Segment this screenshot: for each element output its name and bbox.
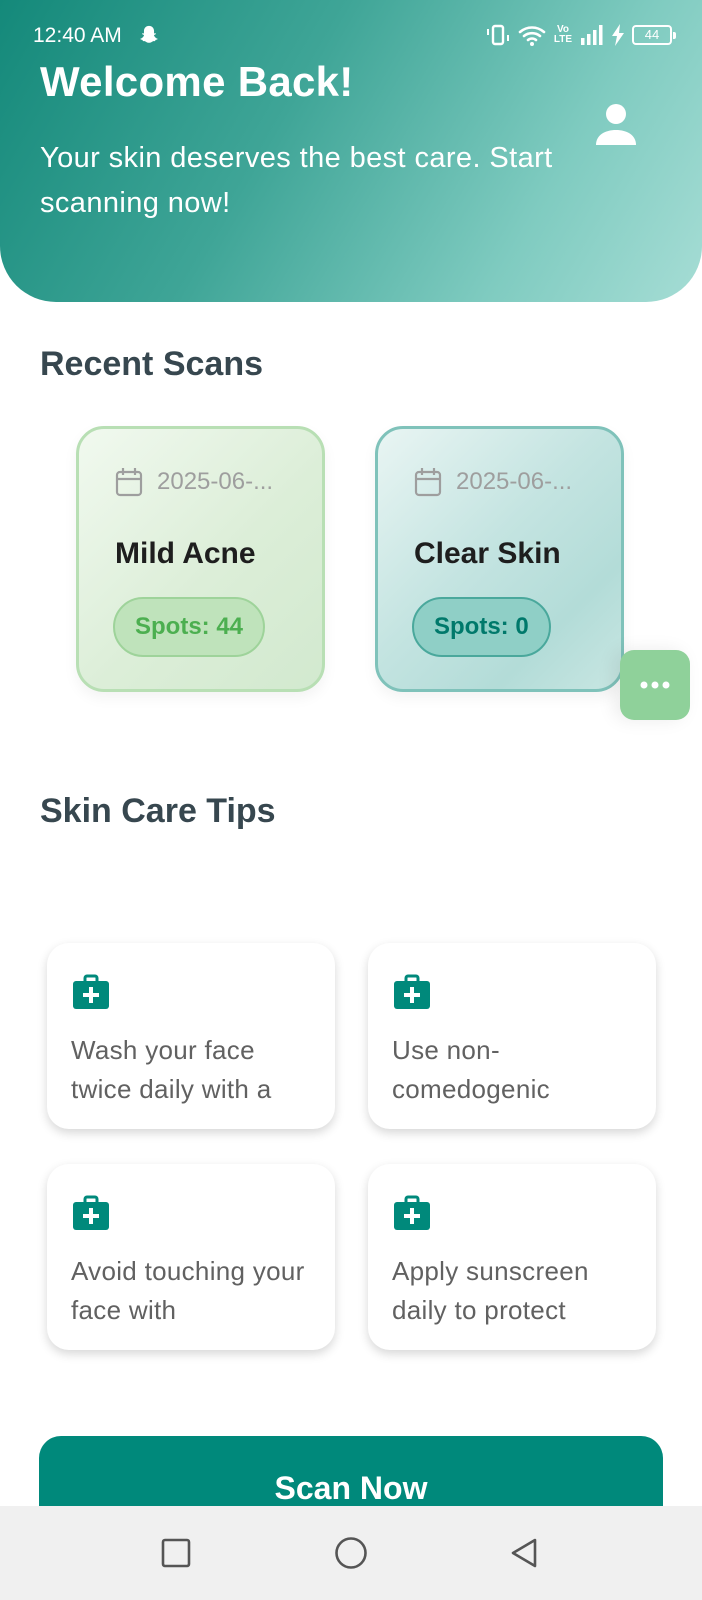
medical-kit-icon [73,1195,109,1230]
battery-icon: 44 [632,25,676,45]
scan-result-title: Mild Acne [115,537,256,570]
snapchat-icon [140,25,158,43]
back-button[interactable] [474,1506,574,1600]
back-triangle-icon [511,1538,537,1568]
wifi-icon [518,26,546,46]
tip-text: Avoid touching your face with [71,1256,305,1325]
home-circle-icon [335,1537,367,1569]
tip-card[interactable]: Wash your face twice daily with a [47,943,335,1129]
calendar-icon [115,468,143,497]
volte-icon: Vo LTE [553,24,573,45]
scan-date-row: 2025-06-... [414,467,572,497]
more-options-button[interactable] [620,650,690,720]
tip-text: Apply sunscreen daily to protect [392,1256,589,1325]
tip-text: Use non-comedogenic [392,1035,550,1104]
skin-care-tips-title: Skin Care Tips [40,792,276,830]
scan-card-clear-skin[interactable]: 2025-06-... Clear Skin Spots: 0 [375,426,624,692]
charging-icon [612,24,624,46]
scan-date: 2025-06-... [157,468,274,495]
recent-scans-title: Recent Scans [40,345,263,383]
recents-square-icon [161,1538,191,1568]
spots-badge: Spots: 44 [113,597,266,657]
scan-card-mild-acne[interactable]: 2025-06-... Mild Acne Spots: 44 [76,426,325,692]
status-time: 12:40 AM [33,24,122,47]
scan-date: 2025-06-... [456,468,573,495]
recents-button[interactable] [126,1506,226,1600]
vibrate-icon [487,24,509,46]
medical-kit-icon [394,974,430,1009]
person-icon[interactable] [593,101,639,147]
home-button[interactable] [301,1506,401,1600]
signal-icon [581,25,603,45]
spots-badge: Spots: 0 [412,597,551,657]
scan-result-title: Clear Skin [414,537,561,570]
tip-card[interactable]: Avoid touching your face with [47,1164,335,1350]
scan-date-row: 2025-06-... [115,467,273,497]
medical-kit-icon [394,1195,430,1230]
status-icons: Vo LTE 44 [485,22,676,48]
tip-text: Wash your face twice daily with a [71,1035,272,1104]
more-horizontal-icon [640,681,670,689]
tip-card[interactable]: Apply sunscreen daily to protect [368,1164,656,1350]
medical-kit-icon [73,974,109,1009]
page-title: Welcome Back! [40,58,354,105]
tip-card[interactable]: Use non-comedogenic [368,943,656,1129]
welcome-subtitle: Your skin deserves the best care. Start … [40,142,553,219]
system-navigation-bar [0,1506,702,1600]
calendar-icon [414,468,442,497]
